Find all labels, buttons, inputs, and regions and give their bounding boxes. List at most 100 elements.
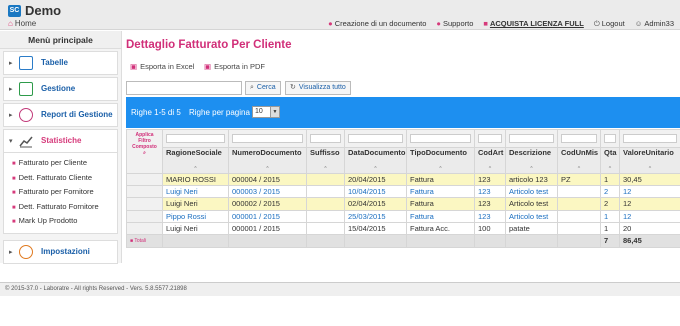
column-header[interactable]: Descrizione ⌃ <box>505 147 558 174</box>
column-header[interactable]: DataDocumento ⌃ <box>344 147 407 174</box>
sidebar-item-label: Statistiche <box>41 136 82 145</box>
export-pdf-link[interactable]: ▣ Esporta in PDF <box>204 62 265 71</box>
filter-cell <box>162 129 229 148</box>
table-cell: 000003 / 2015 <box>228 185 307 199</box>
table-row[interactable]: Luigi Neri 000001 / 2015 15/04/2015 Fatt… <box>126 221 680 235</box>
table-row[interactable]: Luigi Neri 000002 / 2015 02/04/2015 Fatt… <box>126 197 680 211</box>
sidebar-item-gestione[interactable]: ▸ Gestione <box>3 77 118 101</box>
sidebar-item-tabelle[interactable]: ▸ Tabelle <box>3 51 118 75</box>
column-header[interactable]: CodUnMis ⌃ <box>557 147 601 174</box>
sort-icon: ⌃ <box>529 166 534 172</box>
column-header[interactable]: NumeroDocumento ⌃ <box>228 147 307 174</box>
breadcrumb-home[interactable]: ⌂ Home <box>8 19 36 28</box>
row-selector[interactable] <box>126 172 163 187</box>
sort-icon: ⌃ <box>487 166 493 172</box>
column-header[interactable]: Qta ⌃ <box>600 147 620 174</box>
table-cell: articolo 123 <box>505 172 558 187</box>
column-header[interactable]: ValoreUnitario ⌃ <box>619 147 680 174</box>
total-valore: 86,45 <box>619 233 680 248</box>
export-excel-link[interactable]: ▣ Esporta in Excel <box>130 62 194 71</box>
submenu-item[interactable]: ■ Dett. Fatturato Cliente <box>4 171 117 186</box>
row-selector[interactable] <box>126 185 163 199</box>
table-cell <box>406 233 475 248</box>
table-cell: 100 <box>474 221 506 235</box>
footer: © 2015-37.0 - Laboratre - All rights Res… <box>0 282 680 296</box>
filter-input[interactable] <box>232 134 303 143</box>
sidebar-item-impostazioni[interactable]: ▸ Impostazioni <box>3 239 118 264</box>
submenu-item[interactable]: ■ Fatturato per Fornitore <box>4 185 117 200</box>
top-links: ● Creazione di un documento ● Supporto ■ AC… <box>328 19 674 29</box>
table-cell: 30,45 <box>619 172 680 187</box>
excel-icon: ▣ <box>130 62 138 71</box>
filter-input[interactable] <box>623 134 677 143</box>
sidebar: Menù principale ▸ Tabelle ▸ Gestione ▸ R… <box>0 31 122 264</box>
user-menu[interactable]: ☺ Admin33 <box>635 19 674 29</box>
filter-input[interactable] <box>310 134 341 143</box>
row-selector[interactable] <box>126 209 163 223</box>
submenu-item[interactable]: ■ Mark Up Prodotto <box>4 214 117 229</box>
filter-cell <box>306 129 345 148</box>
show-all-button[interactable]: ↻ Visualizza tutto <box>285 81 351 95</box>
table-cell: 10/04/2015 <box>344 185 407 199</box>
submenu-item[interactable]: ■ Dett. Fatturato Fornitore <box>4 200 117 215</box>
filter-cell <box>505 129 558 148</box>
doc-icon: ■ <box>12 219 16 225</box>
totals-row: ■ Totali 7 86,45 <box>126 233 680 248</box>
logout-icon: ⏻ <box>593 19 600 28</box>
logout-link[interactable]: ⏻ Logout <box>594 19 625 29</box>
column-header[interactable]: RagioneSociale ⌃ <box>162 147 229 174</box>
per-page-value: 10 <box>255 108 263 115</box>
table-icon <box>19 56 33 70</box>
table-cell <box>306 185 345 199</box>
sidebar-item-statistiche[interactable]: ▾ Statistiche <box>3 129 118 153</box>
filter-input[interactable] <box>604 134 616 143</box>
sort-icon: ⌃ <box>323 166 328 172</box>
filter-input[interactable] <box>410 134 471 143</box>
table-cell: Pippo Rossi <box>162 209 229 223</box>
buy-license-link[interactable]: ■ ACQUISTA LICENZA FULL <box>483 19 583 29</box>
support-link[interactable]: ● Supporto <box>436 19 473 29</box>
row-selector[interactable] <box>126 221 163 235</box>
chevron-down-icon: ▼ <box>270 107 279 117</box>
buy-license-label: ACQUISTA LICENZA FULL <box>489 19 584 28</box>
sidebar-item-report[interactable]: ▸ Report di Gestione <box>3 103 118 127</box>
create-document-link[interactable]: ● Creazione di un documento <box>328 19 426 29</box>
chevron-right-icon: ▸ <box>9 60 13 67</box>
column-label: Suffisso <box>310 148 340 158</box>
submenu-label: Fatturato per Fornitore <box>18 187 94 196</box>
table-cell: 25/03/2015 <box>344 209 407 223</box>
table-row[interactable]: Luigi Neri 000003 / 2015 10/04/2015 Fatt… <box>126 185 680 199</box>
search-input[interactable] <box>126 81 242 95</box>
search-icon: ⌕ <box>250 84 254 91</box>
compound-filter-button[interactable]: Applica Filtro Composto ⌕ <box>126 129 163 174</box>
filter-input[interactable] <box>166 134 225 143</box>
table-cell: Articolo test <box>505 185 558 199</box>
search-button[interactable]: ⌕ Cerca <box>245 81 281 95</box>
filter-input[interactable] <box>509 134 554 143</box>
user-name: Admin33 <box>644 19 674 28</box>
column-header[interactable]: CodArt ⌃ <box>474 147 506 174</box>
column-label: RagioneSociale <box>166 148 222 158</box>
filter-input[interactable] <box>478 134 502 143</box>
table-row[interactable]: MARIO ROSSI 000004 / 2015 20/04/2015 Fat… <box>126 172 680 187</box>
table-row[interactable]: Pippo Rossi 000001 / 2015 25/03/2015 Fat… <box>126 209 680 223</box>
sort-icon: ⌃ <box>576 166 582 172</box>
compound-filter-label: Applica Filtro Composto <box>132 132 157 150</box>
filter-input[interactable] <box>561 134 597 143</box>
filter-cell <box>619 129 680 148</box>
submenu-item[interactable]: ■ Fatturato per Cliente <box>4 156 117 171</box>
table-cell: 12 <box>619 197 680 211</box>
search-icon: ⌕ <box>143 150 146 156</box>
refresh-icon: ↻ <box>290 84 296 91</box>
row-selector[interactable] <box>126 197 163 211</box>
table-cell <box>162 233 229 248</box>
table-cell <box>557 209 601 223</box>
column-header[interactable]: Suffisso ⌃ <box>306 147 345 174</box>
per-page-select[interactable]: 10 ▼ <box>252 106 280 118</box>
table-cell: Fattura <box>406 172 475 187</box>
column-header[interactable]: TipoDocumento ⌃ <box>406 147 475 174</box>
filter-input[interactable] <box>348 134 403 143</box>
filter-cell <box>406 129 475 148</box>
header-row: RagioneSociale ⌃ NumeroDocumento ⌃ Suffiss… <box>127 147 680 174</box>
chevron-right-icon: ▸ <box>9 112 13 119</box>
